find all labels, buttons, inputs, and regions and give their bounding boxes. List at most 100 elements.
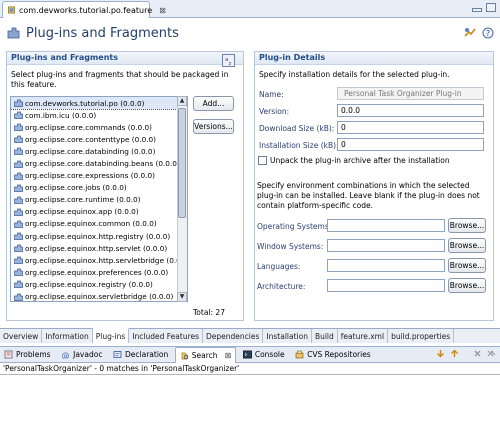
- section-description: Select plug-ins and fragments that shoul…: [11, 70, 229, 89]
- download-size-field[interactable]: 0: [337, 121, 484, 134]
- version-label: Version:: [259, 107, 290, 116]
- plugin-list-item[interactable]: org.eclipse.equinox.registry (0.0.0): [11, 278, 187, 290]
- svg-text:@: @: [62, 351, 70, 359]
- help-icon[interactable]: ?: [482, 27, 494, 39]
- name-label: Name:: [259, 90, 284, 99]
- window-systems-label: Window Systems:: [257, 242, 324, 251]
- languages-field[interactable]: [327, 259, 445, 272]
- version-field[interactable]: 0.0.0: [337, 104, 484, 117]
- plugin-list-item-label: org.eclipse.equinox.registry (0.0.0): [25, 279, 153, 289]
- page-tab-installation[interactable]: Installation: [263, 329, 312, 343]
- plugin-list-item[interactable]: org.eclipse.core.jobs (0.0.0): [11, 182, 187, 194]
- page-tab-included-features[interactable]: Included Features: [129, 329, 204, 343]
- plugin-list-item[interactable]: org.eclipse.core.expressions (0.0.0): [11, 170, 187, 182]
- remove-all-icon[interactable]: [487, 349, 496, 358]
- minimize-icon[interactable]: [472, 8, 482, 12]
- view-tab-search[interactable]: Search ⊠: [174, 347, 237, 363]
- unpack-checkbox[interactable]: [258, 156, 267, 165]
- plugin-list-item[interactable]: org.eclipse.equinox.common (0.0.0): [11, 218, 187, 230]
- search-result-summary: 'PersonalTaskOrganizer' - 0 matches in '…: [3, 364, 240, 373]
- remove-match-icon[interactable]: [473, 349, 482, 358]
- plugin-list-item[interactable]: org.eclipse.equinox.servletbridge (0.0.0…: [11, 291, 187, 301]
- sort-icon[interactable]: a z: [222, 54, 235, 67]
- page-tab-information[interactable]: Information: [42, 329, 93, 343]
- view-tab-label: Search: [191, 351, 218, 360]
- plugin-list-item[interactable]: com.devworks.tutorial.po (0.0.0): [11, 97, 187, 111]
- plugin-list-item[interactable]: org.eclipse.equinox.http.registry (0.0.0…: [11, 230, 187, 242]
- page-tab-plug-ins[interactable]: Plug-ins: [92, 328, 130, 343]
- architecture-browse-button[interactable]: Browse...: [448, 278, 486, 293]
- plugin-list-item[interactable]: org.eclipse.equinox.preferences (0.0.0): [11, 266, 187, 278]
- plugin-icon: [14, 135, 23, 144]
- versions-button[interactable]: Versions...: [193, 119, 234, 134]
- plugin-list-item[interactable]: org.eclipse.core.databinding (0.0.0): [11, 145, 187, 157]
- install-size-field[interactable]: 0: [337, 138, 484, 151]
- plugin-icon: [14, 111, 23, 119]
- plugin-icon: [14, 196, 23, 204]
- window-systems-field[interactable]: [327, 239, 445, 252]
- view-tab-cvs-repositories[interactable]: CVS Repositories: [291, 347, 375, 362]
- search-results-pane[interactable]: [0, 374, 500, 425]
- view-toolbar: [436, 349, 496, 358]
- languages-browse-button[interactable]: Browse...: [448, 258, 486, 273]
- plugin-list-item[interactable]: org.eclipse.equinox.http.servletbridge (…: [11, 254, 187, 266]
- plugin-list-item[interactable]: com.ibm.icu (0.0.0): [11, 109, 187, 121]
- scroll-thumb[interactable]: [178, 108, 186, 218]
- plugin-list-item[interactable]: org.eclipse.core.runtime (0.0.0): [11, 194, 187, 206]
- view-tab-label: CVS Repositories: [307, 350, 371, 359]
- next-match-icon[interactable]: [436, 349, 445, 358]
- plugin-icon: [14, 293, 23, 301]
- plugin-list-item[interactable]: org.eclipse.equinox.http.servlet (0.0.0): [11, 242, 187, 254]
- os-field[interactable]: [327, 219, 445, 232]
- plugin-list-item[interactable]: org.eclipse.core.contenttype (0.0.0): [11, 133, 187, 145]
- environment-description: Specify environment combinations in whic…: [257, 181, 480, 210]
- unpack-label: Unpack the plug-in archive after the ins…: [270, 156, 450, 165]
- tab-close-icon[interactable]: ⊠: [159, 6, 166, 15]
- plugin-icon: [14, 148, 23, 156]
- plugin-icon: [14, 184, 23, 192]
- plugin-list-item[interactable]: org.eclipse.equinox.app (0.0.0): [11, 206, 187, 218]
- plugin-list-item[interactable]: org.eclipse.core.databinding.beans (0.0.…: [11, 157, 187, 169]
- page-tab-feature-xml[interactable]: feature.xml: [338, 329, 389, 343]
- page-tab-overview[interactable]: Overview: [0, 329, 43, 343]
- scroll-down-arrow-icon[interactable]: ▼: [177, 292, 187, 302]
- page-tab-build[interactable]: Build: [312, 329, 338, 343]
- plugin-icon: [14, 220, 23, 228]
- editor-tab-feature[interactable]: com.devworks.tutorial.po.feature ⊠: [2, 1, 166, 18]
- plugin-list-item-label: org.eclipse.core.runtime (0.0.0): [25, 195, 141, 205]
- os-browse-button[interactable]: Browse...: [448, 218, 486, 233]
- plugin-list-item-label: org.eclipse.core.jobs (0.0.0): [25, 183, 127, 193]
- previous-match-icon[interactable]: [450, 349, 459, 358]
- view-tab-problems[interactable]: Problems: [0, 347, 55, 362]
- feature-file-icon: [8, 6, 15, 14]
- page-tab-dependencies[interactable]: Dependencies: [203, 329, 264, 343]
- tab-close-icon[interactable]: ⊠: [225, 351, 232, 360]
- view-tab-declaration[interactable]: Declaration: [109, 347, 172, 362]
- view-tab-label: Console: [254, 350, 285, 359]
- plugin-list-item-label: org.eclipse.equinox.http.registry (0.0.0…: [25, 231, 171, 241]
- plugin-icon: [14, 99, 23, 107]
- plugin-list-item-label: org.eclipse.equinox.common (0.0.0): [25, 219, 157, 229]
- add-button[interactable]: Add...: [193, 96, 234, 111]
- download-size-label: Download Size (kB):: [259, 124, 335, 133]
- architecture-field[interactable]: [327, 279, 445, 292]
- cvs-icon: [295, 350, 304, 359]
- form-toolbar: ?: [464, 27, 494, 39]
- name-field: Personal Task Organizer Plug-in: [337, 87, 484, 100]
- plugin-icon: [14, 160, 23, 168]
- plugin-list-item-label: com.devworks.tutorial.po (0.0.0): [25, 98, 145, 108]
- view-tab-console[interactable]: Console: [239, 347, 289, 362]
- view-tab-javadoc[interactable]: @ Javadoc: [57, 347, 106, 362]
- plugin-icon: [14, 123, 23, 132]
- page-tab-build-properties[interactable]: build.properties: [388, 329, 455, 343]
- scroll-up-arrow-icon[interactable]: ▲: [177, 96, 187, 106]
- plugin-list[interactable]: com.devworks.tutorial.po (0.0.0) com.ibm.…: [10, 96, 188, 302]
- plugin-list-item[interactable]: org.eclipse.core.commands (0.0.0): [11, 121, 187, 133]
- section-title: Plug-ins and Fragments: [7, 52, 243, 65]
- maximize-icon[interactable]: [486, 3, 496, 12]
- run-export-icon[interactable]: [464, 27, 476, 39]
- section-title: Plug-in Details: [255, 52, 493, 65]
- window-systems-browse-button[interactable]: Browse...: [448, 238, 486, 253]
- plugin-list-item-label: org.eclipse.core.databinding (0.0.0): [25, 146, 156, 156]
- svg-text:?: ?: [486, 29, 490, 38]
